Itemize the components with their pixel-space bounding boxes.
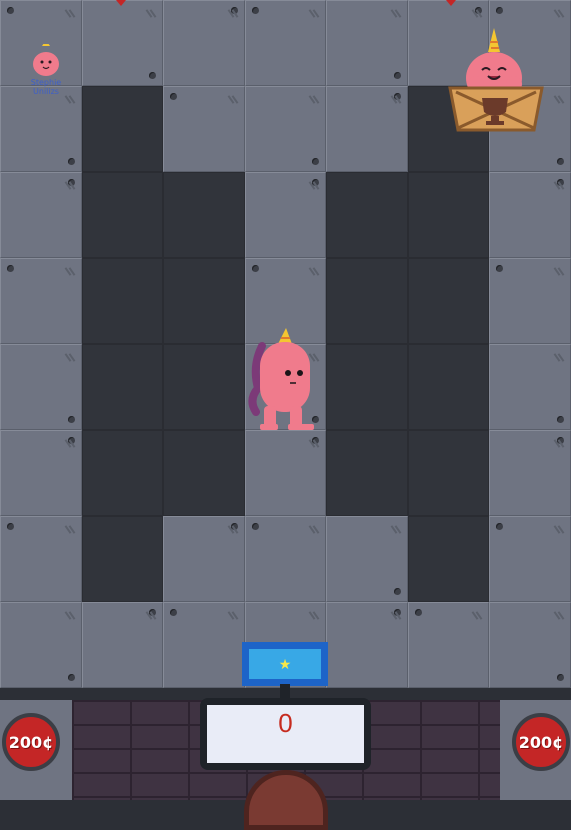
player-character[interactable] xyxy=(248,326,322,436)
coin-button-left-label: 200¢ xyxy=(8,732,54,752)
floor-tile xyxy=(163,86,245,172)
bolt-icon xyxy=(170,93,178,100)
bolt-icon xyxy=(556,158,564,165)
coin-button-right-label: 200¢ xyxy=(518,732,564,752)
top-arrow-left-icon xyxy=(116,0,126,6)
pit-tile xyxy=(407,258,490,344)
pit-tile xyxy=(81,258,164,344)
floor-tile xyxy=(244,516,327,602)
pit-tile xyxy=(407,516,490,602)
floor-tile xyxy=(0,172,82,258)
bolt-icon xyxy=(67,674,75,681)
floor-tile xyxy=(489,172,571,258)
bolt-icon xyxy=(170,609,178,616)
floor-tile xyxy=(489,430,571,516)
sticker: Stephie Unilizs xyxy=(24,40,68,102)
floor-tile xyxy=(0,344,82,430)
opponent-in-crate-icon xyxy=(448,28,544,132)
bolt-icon xyxy=(393,588,401,595)
sticker-label: Stephie Unilizs xyxy=(24,78,68,96)
pit-tile xyxy=(326,258,408,344)
pit-tile xyxy=(326,430,408,516)
floor-tile xyxy=(0,430,82,516)
pit-tile xyxy=(81,344,164,430)
bolt-icon xyxy=(251,523,259,530)
bolt-icon xyxy=(67,158,75,165)
score-display: 0 xyxy=(207,705,364,763)
bolt-icon xyxy=(393,72,401,79)
opponent-crate xyxy=(446,24,546,134)
bolt-icon xyxy=(312,158,320,165)
pit-tile xyxy=(81,430,164,516)
bolt-icon xyxy=(7,523,14,530)
floor-tile xyxy=(163,516,245,602)
pit-tile xyxy=(407,344,490,430)
floor-tile xyxy=(163,0,245,86)
bolt-icon xyxy=(496,7,504,14)
pink-monster-icon xyxy=(248,328,314,430)
floor-tile xyxy=(244,172,327,258)
pit-tile xyxy=(326,344,408,430)
floor-tile xyxy=(489,258,571,344)
pit-tile xyxy=(81,172,164,258)
pit-tile xyxy=(163,430,245,516)
pit-tile xyxy=(407,430,490,516)
floor-tile xyxy=(0,516,82,602)
pit-tile xyxy=(326,172,408,258)
scoreboard: 0 xyxy=(200,698,371,770)
bolt-icon xyxy=(251,7,259,14)
floor-tile xyxy=(489,602,571,688)
floor-tile xyxy=(81,602,164,688)
bolt-icon xyxy=(496,523,504,530)
floor-tile xyxy=(0,602,82,688)
floor-tile xyxy=(489,344,571,430)
bolt-icon xyxy=(67,416,75,423)
coin-button-left[interactable]: 200¢ xyxy=(2,713,60,771)
top-arrow-right-icon xyxy=(446,0,456,6)
bolt-icon xyxy=(556,416,564,423)
bolt-icon xyxy=(7,7,14,14)
floor-tile xyxy=(0,258,82,344)
coin-button-right[interactable]: 200¢ xyxy=(512,713,570,771)
pit-tile xyxy=(81,86,164,172)
bolt-icon xyxy=(7,265,14,272)
bolt-icon xyxy=(149,72,157,79)
pink-blob-sticker-icon xyxy=(33,40,59,76)
sticker-label-line2: Unilizs xyxy=(33,87,59,96)
bolt-icon xyxy=(496,265,504,272)
bolt-icon xyxy=(414,609,422,616)
floor-tile xyxy=(163,602,245,688)
floor-tile xyxy=(244,430,327,516)
pit-tile xyxy=(163,172,245,258)
floor-tile xyxy=(326,602,408,688)
pit-tile xyxy=(407,172,490,258)
pit-tile xyxy=(163,344,245,430)
floor-tile xyxy=(407,602,490,688)
floor-tile xyxy=(326,0,408,86)
floor-tile xyxy=(244,0,327,86)
bolt-icon xyxy=(251,265,259,272)
floor-tile xyxy=(489,516,571,602)
floor-tile xyxy=(326,86,408,172)
flag-sign: ★ xyxy=(242,642,328,686)
bolt-icon xyxy=(556,674,564,681)
floor-tile xyxy=(326,516,408,602)
floor-tile xyxy=(244,86,327,172)
sticker-label-line1: Stephie xyxy=(30,78,62,87)
floor-tile xyxy=(81,0,164,86)
pit-tile xyxy=(163,258,245,344)
pit-tile xyxy=(81,516,164,602)
star-icon: ★ xyxy=(249,649,321,679)
